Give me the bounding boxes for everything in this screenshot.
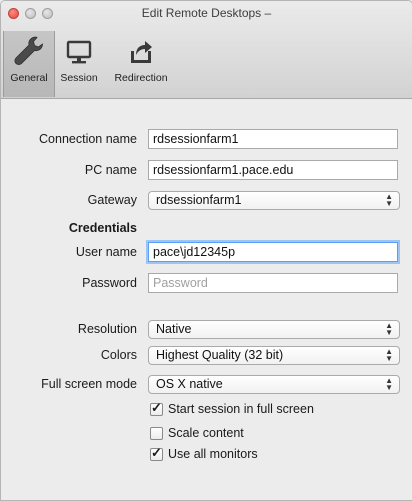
- folder-share-icon: [126, 33, 156, 69]
- pc-name-row: PC name rdsessionfarm1.pace.edu: [1, 160, 412, 182]
- start-full-screen-checkbox[interactable]: ✓ Start session in full screen: [150, 400, 314, 417]
- user-name-label: User name: [75, 245, 137, 259]
- gateway-select[interactable]: rdsessionfarm1 ▲ ▼: [148, 191, 400, 210]
- pc-name-field[interactable]: rdsessionfarm1.pace.edu: [148, 160, 398, 180]
- connection-name-row: Connection name rdsessionfarm1: [1, 129, 412, 151]
- connection-name-label: Connection name: [39, 132, 137, 146]
- resolution-label: Resolution: [77, 322, 137, 336]
- user-name-field[interactable]: pace\jd12345p: [148, 242, 398, 262]
- user-name-row: User name pace\jd12345p: [1, 242, 412, 264]
- tab-session[interactable]: Session: [55, 31, 103, 97]
- full-screen-mode-value: OS X native: [156, 377, 223, 391]
- colors-value: Highest Quality (32 bit): [156, 348, 284, 362]
- start-full-screen-label: Start session in full screen: [168, 402, 314, 416]
- gateway-value: rdsessionfarm1: [156, 193, 242, 207]
- checkbox-unchecked-icon[interactable]: [150, 426, 163, 440]
- colors-select[interactable]: Highest Quality (32 bit) ▲ ▼: [148, 346, 400, 365]
- use-all-monitors-label: Use all monitors: [168, 447, 258, 461]
- password-label: Password: [82, 276, 137, 290]
- credentials-heading: Credentials: [68, 221, 137, 235]
- gateway-label: Gateway: [87, 193, 137, 207]
- resolution-value: Native: [156, 322, 192, 336]
- tab-label: General: [10, 72, 48, 84]
- gateway-row: Gateway rdsessionfarm1 ▲ ▼: [1, 190, 412, 212]
- scale-content-label: Scale content: [168, 426, 244, 440]
- monitor-icon: [64, 33, 94, 69]
- password-row: Password Password: [1, 273, 412, 295]
- use-all-monitors-checkbox[interactable]: ✓ Use all monitors: [150, 445, 258, 462]
- window-title: Edit Remote Desktops –: [141, 6, 272, 20]
- select-arrows-icon: ▲ ▼: [385, 376, 393, 392]
- pc-name-label: PC name: [84, 163, 137, 177]
- colors-label: Colors: [100, 348, 137, 362]
- credentials-heading-row: Credentials: [1, 218, 412, 240]
- tab-label: Session: [60, 72, 98, 84]
- select-arrows-icon: ▲ ▼: [385, 347, 393, 363]
- resolution-select[interactable]: Native ▲ ▼: [148, 320, 400, 339]
- password-field[interactable]: Password: [148, 273, 398, 293]
- checkbox-checked-icon[interactable]: ✓: [150, 400, 163, 416]
- select-arrows-icon: ▲ ▼: [385, 321, 393, 337]
- checkbox-checked-icon[interactable]: ✓: [150, 445, 163, 461]
- select-arrows-icon: ▲ ▼: [385, 192, 393, 208]
- toolbar: Edit Remote Desktops – General Session R…: [1, 1, 412, 99]
- full-screen-mode-select[interactable]: OS X native ▲ ▼: [148, 375, 400, 394]
- wrench-icon: [12, 33, 46, 69]
- full-screen-mode-row: Full screen mode OS X native ▲ ▼: [1, 374, 412, 396]
- full-screen-mode-label: Full screen mode: [41, 377, 137, 391]
- tab-redirection[interactable]: Redirection: [103, 31, 179, 97]
- edit-remote-desktops-window: Edit Remote Desktops – General Session R…: [0, 0, 412, 501]
- resolution-row: Resolution Native ▲ ▼: [1, 319, 412, 341]
- tab-general[interactable]: General: [3, 31, 55, 97]
- connection-name-field[interactable]: rdsessionfarm1: [148, 129, 398, 149]
- tab-label: Redirection: [114, 72, 168, 84]
- scale-content-checkbox[interactable]: Scale content: [150, 425, 244, 441]
- colors-row: Colors Highest Quality (32 bit) ▲ ▼: [1, 345, 412, 367]
